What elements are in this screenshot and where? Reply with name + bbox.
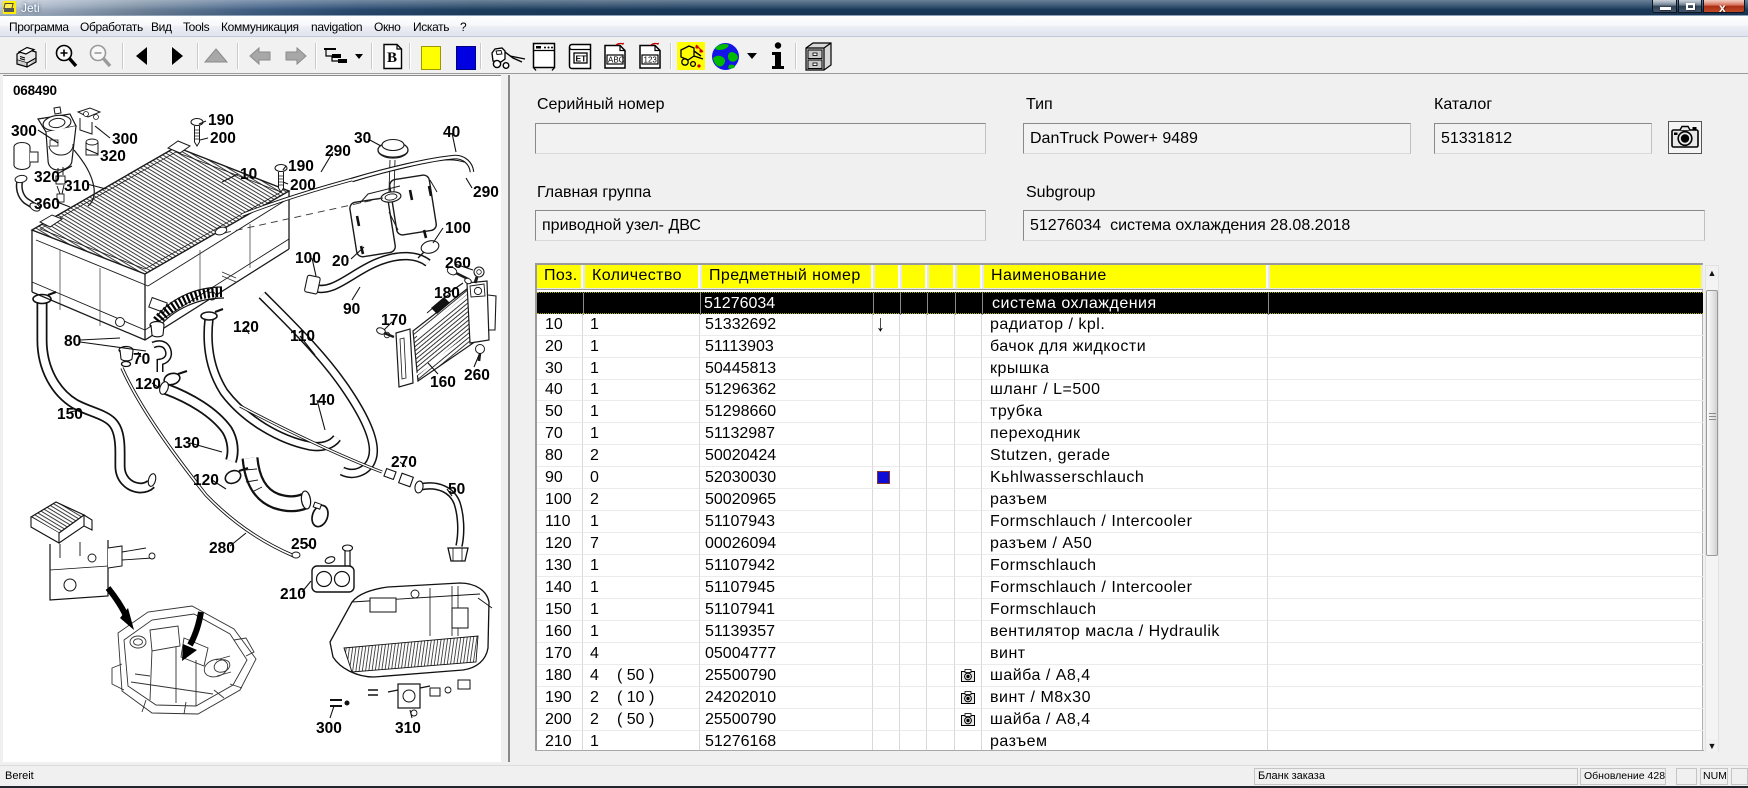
svg-text:270: 270 [391,454,417,471]
svg-text:40: 40 [443,124,460,141]
svg-text:200: 200 [290,177,316,194]
svg-text:320: 320 [34,169,60,186]
svg-text:90: 90 [343,301,360,318]
svg-text:10: 10 [240,166,257,183]
svg-text:320: 320 [100,148,126,165]
svg-text:30: 30 [354,130,371,147]
svg-text:150: 150 [57,406,83,423]
svg-text:110: 110 [290,328,315,345]
svg-text:300: 300 [316,720,342,737]
svg-text:210: 210 [280,586,306,603]
svg-text:300: 300 [11,123,37,140]
svg-text:100: 100 [445,220,471,237]
svg-text:190: 190 [288,158,314,175]
svg-text:ABC: ABC [608,56,625,65]
svg-text:120: 120 [135,376,161,393]
svg-text:120: 120 [193,472,219,489]
svg-text:180: 180 [434,285,460,302]
svg-text:290: 290 [473,184,499,201]
svg-text:120: 120 [233,319,259,336]
svg-text:310: 310 [64,178,90,195]
svg-text:50: 50 [448,481,465,498]
svg-text:130: 130 [174,435,200,452]
svg-text:100: 100 [295,250,321,267]
svg-text:260: 260 [445,255,471,272]
svg-text:170: 170 [381,312,407,329]
svg-text:280: 280 [209,540,235,557]
svg-text:250: 250 [291,536,317,553]
svg-text:200: 200 [210,130,236,147]
svg-text:360: 360 [34,196,60,213]
svg-text:123: 123 [644,56,658,65]
svg-text:70: 70 [133,351,150,368]
svg-text:290: 290 [325,143,351,160]
svg-text:ET: ET [576,54,588,64]
svg-text:310: 310 [395,720,421,737]
svg-text:140: 140 [309,392,335,409]
svg-text:80: 80 [64,333,81,350]
svg-text:160: 160 [430,374,456,391]
svg-text:300: 300 [112,131,138,148]
svg-text:190: 190 [208,112,234,129]
svg-text:20: 20 [332,253,349,270]
svg-text:260: 260 [464,367,490,384]
